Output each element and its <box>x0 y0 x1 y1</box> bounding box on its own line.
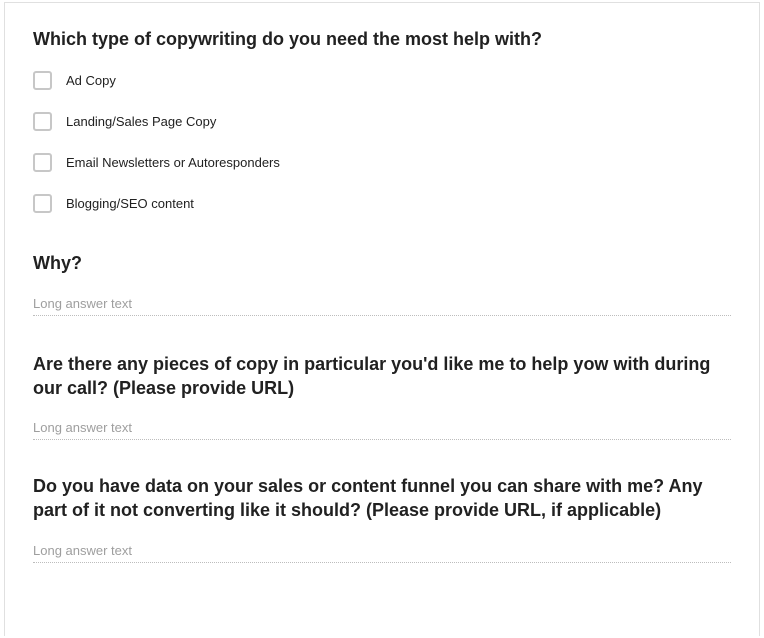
long-answer-input[interactable]: Long answer text <box>33 420 731 440</box>
checkbox-icon[interactable] <box>33 71 52 90</box>
question-pieces-of-copy: Are there any pieces of copy in particul… <box>33 352 731 441</box>
option-label: Email Newsletters or Autoresponders <box>66 155 280 170</box>
option-email-newsletters[interactable]: Email Newsletters or Autoresponders <box>33 153 731 172</box>
checkbox-icon[interactable] <box>33 112 52 131</box>
question-title: Are there any pieces of copy in particul… <box>33 352 731 401</box>
checkbox-icon[interactable] <box>33 194 52 213</box>
long-answer-input[interactable]: Long answer text <box>33 543 731 563</box>
form-card: Which type of copywriting do you need th… <box>4 2 760 636</box>
question-why: Why? Long answer text <box>33 251 731 315</box>
option-label: Landing/Sales Page Copy <box>66 114 216 129</box>
option-label: Blogging/SEO content <box>66 196 194 211</box>
option-ad-copy[interactable]: Ad Copy <box>33 71 731 90</box>
option-landing-sales[interactable]: Landing/Sales Page Copy <box>33 112 731 131</box>
checkbox-icon[interactable] <box>33 153 52 172</box>
question-title: Do you have data on your sales or conten… <box>33 474 731 523</box>
question-copywriting-type: Which type of copywriting do you need th… <box>33 27 731 213</box>
question-funnel-data: Do you have data on your sales or conten… <box>33 474 731 563</box>
option-label: Ad Copy <box>66 73 116 88</box>
question-title: Why? <box>33 251 731 275</box>
option-blogging-seo[interactable]: Blogging/SEO content <box>33 194 731 213</box>
question-title: Which type of copywriting do you need th… <box>33 27 731 51</box>
long-answer-input[interactable]: Long answer text <box>33 296 731 316</box>
